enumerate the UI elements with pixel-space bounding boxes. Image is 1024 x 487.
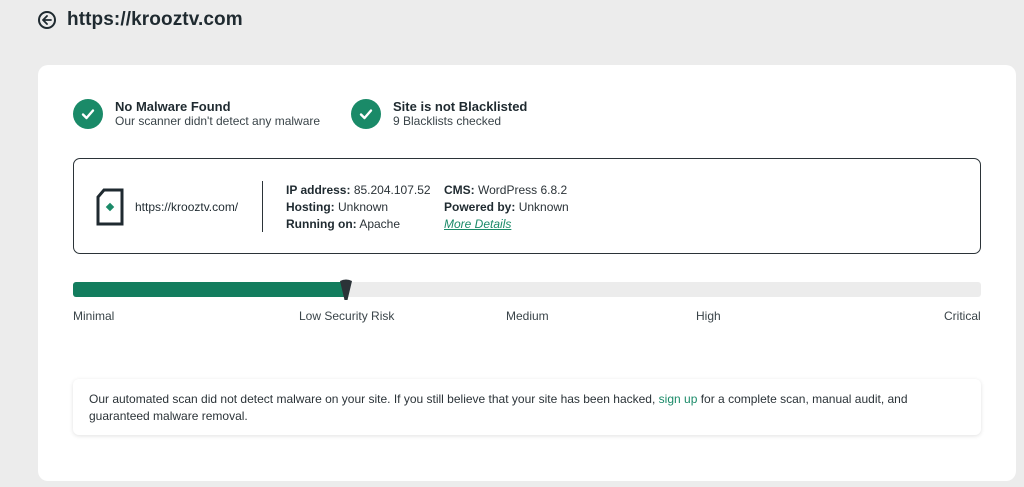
arrow-left-icon (42, 15, 52, 25)
blacklist-status: Site is not Blacklisted 9 Blacklists che… (351, 99, 527, 129)
page-title: https://krooztv.com (67, 9, 243, 30)
hosting-value: Unknown (338, 200, 389, 214)
malware-status: No Malware Found Our scanner didn't dete… (73, 99, 320, 129)
check-circle-icon (73, 99, 103, 129)
ip-address-row: IP address: 85.204.107.52 (286, 183, 431, 197)
site-document-icon (95, 188, 125, 231)
running-on-row: Running on: Apache (286, 217, 401, 231)
powered-by-value: Unknown (518, 200, 569, 214)
risk-labels: Minimal Low Security Risk Medium High Cr… (73, 309, 981, 325)
risk-label-medium: Medium (506, 309, 549, 323)
header-bar: https://krooztv.com (38, 8, 243, 32)
blacklist-status-title: Site is not Blacklisted (393, 99, 528, 114)
server-info-column: IP address: 85.204.107.52 Hosting: Unkno… (286, 182, 431, 233)
running-on-value: Apache (359, 217, 401, 231)
risk-marker-icon (340, 279, 352, 300)
cms-value: WordPress 6.8.2 (478, 183, 568, 197)
site-info-box: https://krooztv.com/ IP address: 85.204.… (73, 158, 981, 254)
sign-up-link[interactable]: sign up (659, 392, 698, 406)
blacklist-status-subtitle: 9 Blacklists checked (393, 114, 502, 128)
malware-status-subtitle: Our scanner didn't detect any malware (115, 114, 321, 128)
more-details-link[interactable]: More Details (444, 217, 511, 231)
check-circle-icon (351, 99, 381, 129)
hosting-row: Hosting: Unknown (286, 200, 389, 214)
risk-label-low: Low Security Risk (299, 309, 395, 323)
cms-info-column: CMS: WordPress 6.8.2 Powered by: Unknown… (444, 182, 569, 233)
site-url: https://krooztv.com/ (135, 200, 239, 214)
powered-by-row: Powered by: Unknown (444, 200, 569, 214)
scan-notice: Our automated scan did not detect malwar… (73, 379, 981, 435)
notice-text-before: Our automated scan did not detect malwar… (89, 392, 656, 406)
back-button[interactable] (38, 11, 56, 29)
ip-address-value: 85.204.107.52 (353, 183, 431, 197)
risk-label-high: High (696, 309, 721, 323)
malware-status-title: No Malware Found (115, 99, 231, 114)
risk-label-minimal: Minimal (73, 309, 115, 323)
risk-label-critical: Critical (944, 309, 981, 323)
cms-row: CMS: WordPress 6.8.2 (444, 183, 568, 197)
info-divider (262, 181, 263, 232)
risk-meter (73, 279, 981, 300)
scan-results-card: No Malware Found Our scanner didn't dete… (38, 65, 1016, 481)
risk-meter-fill (73, 282, 346, 297)
